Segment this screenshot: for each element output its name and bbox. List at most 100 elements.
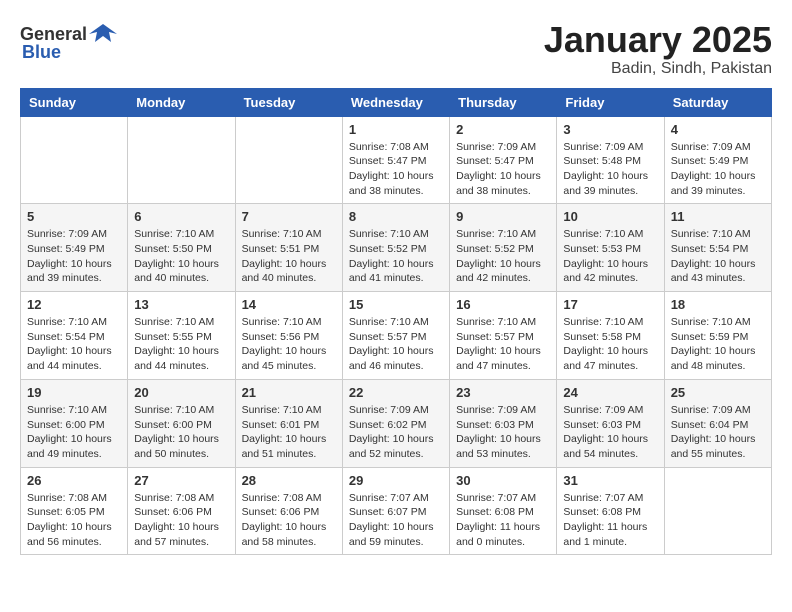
calendar-day-cell: 10 Sunrise: 7:10 AMSunset: 5:53 PMDayligh… xyxy=(557,204,664,292)
day-info: Sunrise: 7:10 AMSunset: 6:01 PMDaylight:… xyxy=(242,403,336,462)
day-info: Sunrise: 7:07 AMSunset: 6:07 PMDaylight:… xyxy=(349,491,443,550)
logo-bird-icon xyxy=(89,20,117,48)
day-number: 26 xyxy=(27,473,121,488)
calendar-day-cell: 11 Sunrise: 7:10 AMSunset: 5:54 PMDayligh… xyxy=(664,204,771,292)
calendar-week-row: 19 Sunrise: 7:10 AMSunset: 6:00 PMDayligh… xyxy=(21,379,772,467)
day-number: 21 xyxy=(242,385,336,400)
day-info: Sunrise: 7:10 AMSunset: 5:55 PMDaylight:… xyxy=(134,315,228,374)
day-info: Sunrise: 7:09 AMSunset: 6:02 PMDaylight:… xyxy=(349,403,443,462)
calendar-day-cell: 1Sunrise: 7:08 AMSunset: 5:47 PMDaylight… xyxy=(342,116,449,204)
day-info: Sunrise: 7:08 AMSunset: 6:06 PMDaylight:… xyxy=(134,491,228,550)
calendar-day-cell: 22 Sunrise: 7:09 AMSunset: 6:02 PMDayligh… xyxy=(342,379,449,467)
day-info: Sunrise: 7:10 AMSunset: 5:53 PMDaylight:… xyxy=(563,227,657,286)
day-info: Sunrise: 7:10 AMSunset: 5:51 PMDaylight:… xyxy=(242,227,336,286)
calendar-day-cell xyxy=(664,467,771,555)
day-info: Sunrise: 7:09 AMSunset: 5:47 PMDaylight:… xyxy=(456,140,550,199)
calendar-day-cell: 18 Sunrise: 7:10 AMSunset: 5:59 PMDayligh… xyxy=(664,292,771,380)
day-of-week-header: Monday xyxy=(128,88,235,116)
calendar-day-cell: 4Sunrise: 7:09 AMSunset: 5:49 PMDaylight… xyxy=(664,116,771,204)
day-number: 28 xyxy=(242,473,336,488)
location-subtitle: Badin, Sindh, Pakistan xyxy=(544,60,772,78)
day-info: Sunrise: 7:09 AMSunset: 5:48 PMDaylight:… xyxy=(563,140,657,199)
day-number: 22 xyxy=(349,385,443,400)
day-number: 25 xyxy=(671,385,765,400)
day-of-week-header: Friday xyxy=(557,88,664,116)
calendar-day-cell: 24 Sunrise: 7:09 AMSunset: 6:03 PMDayligh… xyxy=(557,379,664,467)
day-number: 6 xyxy=(134,209,228,224)
calendar-day-cell: 13 Sunrise: 7:10 AMSunset: 5:55 PMDayligh… xyxy=(128,292,235,380)
day-number: 23 xyxy=(456,385,550,400)
calendar-day-cell: 25 Sunrise: 7:09 AMSunset: 6:04 PMDayligh… xyxy=(664,379,771,467)
calendar-day-cell: 5 Sunrise: 7:09 AMSunset: 5:49 PMDaylight… xyxy=(21,204,128,292)
calendar-day-cell: 8 Sunrise: 7:10 AMSunset: 5:52 PMDaylight… xyxy=(342,204,449,292)
day-info: Sunrise: 7:10 AMSunset: 5:54 PMDaylight:… xyxy=(27,315,121,374)
day-info: Sunrise: 7:09 AMSunset: 6:03 PMDaylight:… xyxy=(563,403,657,462)
calendar-day-cell: 30 Sunrise: 7:07 AMSunset: 6:08 PMDayligh… xyxy=(450,467,557,555)
day-info: Sunrise: 7:09 AMSunset: 5:49 PMDaylight:… xyxy=(27,227,121,286)
calendar-day-cell xyxy=(21,116,128,204)
day-info: Sunrise: 7:10 AMSunset: 5:52 PMDaylight:… xyxy=(456,227,550,286)
day-number: 19 xyxy=(27,385,121,400)
calendar-week-row: 5 Sunrise: 7:09 AMSunset: 5:49 PMDaylight… xyxy=(21,204,772,292)
page-header: General Blue January 2025 Badin, Sindh, … xyxy=(20,20,772,78)
day-number: 12 xyxy=(27,297,121,312)
day-number: 8 xyxy=(349,209,443,224)
day-number: 14 xyxy=(242,297,336,312)
day-number: 7 xyxy=(242,209,336,224)
day-info: Sunrise: 7:08 AMSunset: 5:47 PMDaylight:… xyxy=(349,140,443,199)
calendar-day-cell: 15Sunrise: 7:10 AMSunset: 5:57 PMDayligh… xyxy=(342,292,449,380)
day-number: 20 xyxy=(134,385,228,400)
day-of-week-header: Sunday xyxy=(21,88,128,116)
day-info: Sunrise: 7:10 AMSunset: 5:56 PMDaylight:… xyxy=(242,315,336,374)
logo: General Blue xyxy=(20,20,117,63)
calendar-day-cell: 2 Sunrise: 7:09 AMSunset: 5:47 PMDaylight… xyxy=(450,116,557,204)
calendar-day-cell: 20 Sunrise: 7:10 AMSunset: 6:00 PMDayligh… xyxy=(128,379,235,467)
day-info: Sunrise: 7:10 AMSunset: 5:58 PMDaylight:… xyxy=(563,315,657,374)
day-number: 9 xyxy=(456,209,550,224)
day-number: 15 xyxy=(349,297,443,312)
day-number: 5 xyxy=(27,209,121,224)
calendar-day-cell: 17 Sunrise: 7:10 AMSunset: 5:58 PMDayligh… xyxy=(557,292,664,380)
day-of-week-header: Saturday xyxy=(664,88,771,116)
calendar-day-cell: 27 Sunrise: 7:08 AMSunset: 6:06 PMDayligh… xyxy=(128,467,235,555)
day-number: 18 xyxy=(671,297,765,312)
calendar-day-cell: 12 Sunrise: 7:10 AMSunset: 5:54 PMDayligh… xyxy=(21,292,128,380)
calendar-table: SundayMondayTuesdayWednesdayThursdayFrid… xyxy=(20,88,772,556)
calendar-day-cell: 3 Sunrise: 7:09 AMSunset: 5:48 PMDaylight… xyxy=(557,116,664,204)
day-info: Sunrise: 7:10 AMSunset: 5:50 PMDaylight:… xyxy=(134,227,228,286)
day-info: Sunrise: 7:07 AMSunset: 6:08 PMDaylight:… xyxy=(456,491,550,550)
calendar-day-cell: 14 Sunrise: 7:10 AMSunset: 5:56 PMDayligh… xyxy=(235,292,342,380)
day-info: Sunrise: 7:09 AMSunset: 6:03 PMDaylight:… xyxy=(456,403,550,462)
calendar-day-cell: 26Sunrise: 7:08 AMSunset: 6:05 PMDayligh… xyxy=(21,467,128,555)
day-number: 3 xyxy=(563,122,657,137)
day-info: Sunrise: 7:10 AMSunset: 5:54 PMDaylight:… xyxy=(671,227,765,286)
day-info: Sunrise: 7:07 AMSunset: 6:08 PMDaylight:… xyxy=(563,491,657,550)
day-number: 24 xyxy=(563,385,657,400)
calendar-day-cell: 7 Sunrise: 7:10 AMSunset: 5:51 PMDaylight… xyxy=(235,204,342,292)
day-info: Sunrise: 7:09 AMSunset: 6:04 PMDaylight:… xyxy=(671,403,765,462)
day-of-week-header: Tuesday xyxy=(235,88,342,116)
day-number: 17 xyxy=(563,297,657,312)
calendar-day-cell: 21 Sunrise: 7:10 AMSunset: 6:01 PMDayligh… xyxy=(235,379,342,467)
month-year-title: January 2025 xyxy=(544,20,772,60)
day-number: 29 xyxy=(349,473,443,488)
day-number: 16 xyxy=(456,297,550,312)
calendar-day-cell: 31 Sunrise: 7:07 AMSunset: 6:08 PMDayligh… xyxy=(557,467,664,555)
day-number: 13 xyxy=(134,297,228,312)
day-info: Sunrise: 7:10 AMSunset: 5:57 PMDaylight:… xyxy=(456,315,550,374)
day-number: 2 xyxy=(456,122,550,137)
calendar-week-row: 26Sunrise: 7:08 AMSunset: 6:05 PMDayligh… xyxy=(21,467,772,555)
calendar-day-cell xyxy=(235,116,342,204)
day-info: Sunrise: 7:10 AMSunset: 5:59 PMDaylight:… xyxy=(671,315,765,374)
day-number: 11 xyxy=(671,209,765,224)
day-number: 10 xyxy=(563,209,657,224)
day-number: 30 xyxy=(456,473,550,488)
day-of-week-header: Thursday xyxy=(450,88,557,116)
day-number: 4 xyxy=(671,122,765,137)
day-number: 31 xyxy=(563,473,657,488)
day-info: Sunrise: 7:10 AMSunset: 5:52 PMDaylight:… xyxy=(349,227,443,286)
day-info: Sunrise: 7:10 AMSunset: 6:00 PMDaylight:… xyxy=(134,403,228,462)
calendar-day-cell: 16 Sunrise: 7:10 AMSunset: 5:57 PMDayligh… xyxy=(450,292,557,380)
day-number: 27 xyxy=(134,473,228,488)
calendar-header-row: SundayMondayTuesdayWednesdayThursdayFrid… xyxy=(21,88,772,116)
